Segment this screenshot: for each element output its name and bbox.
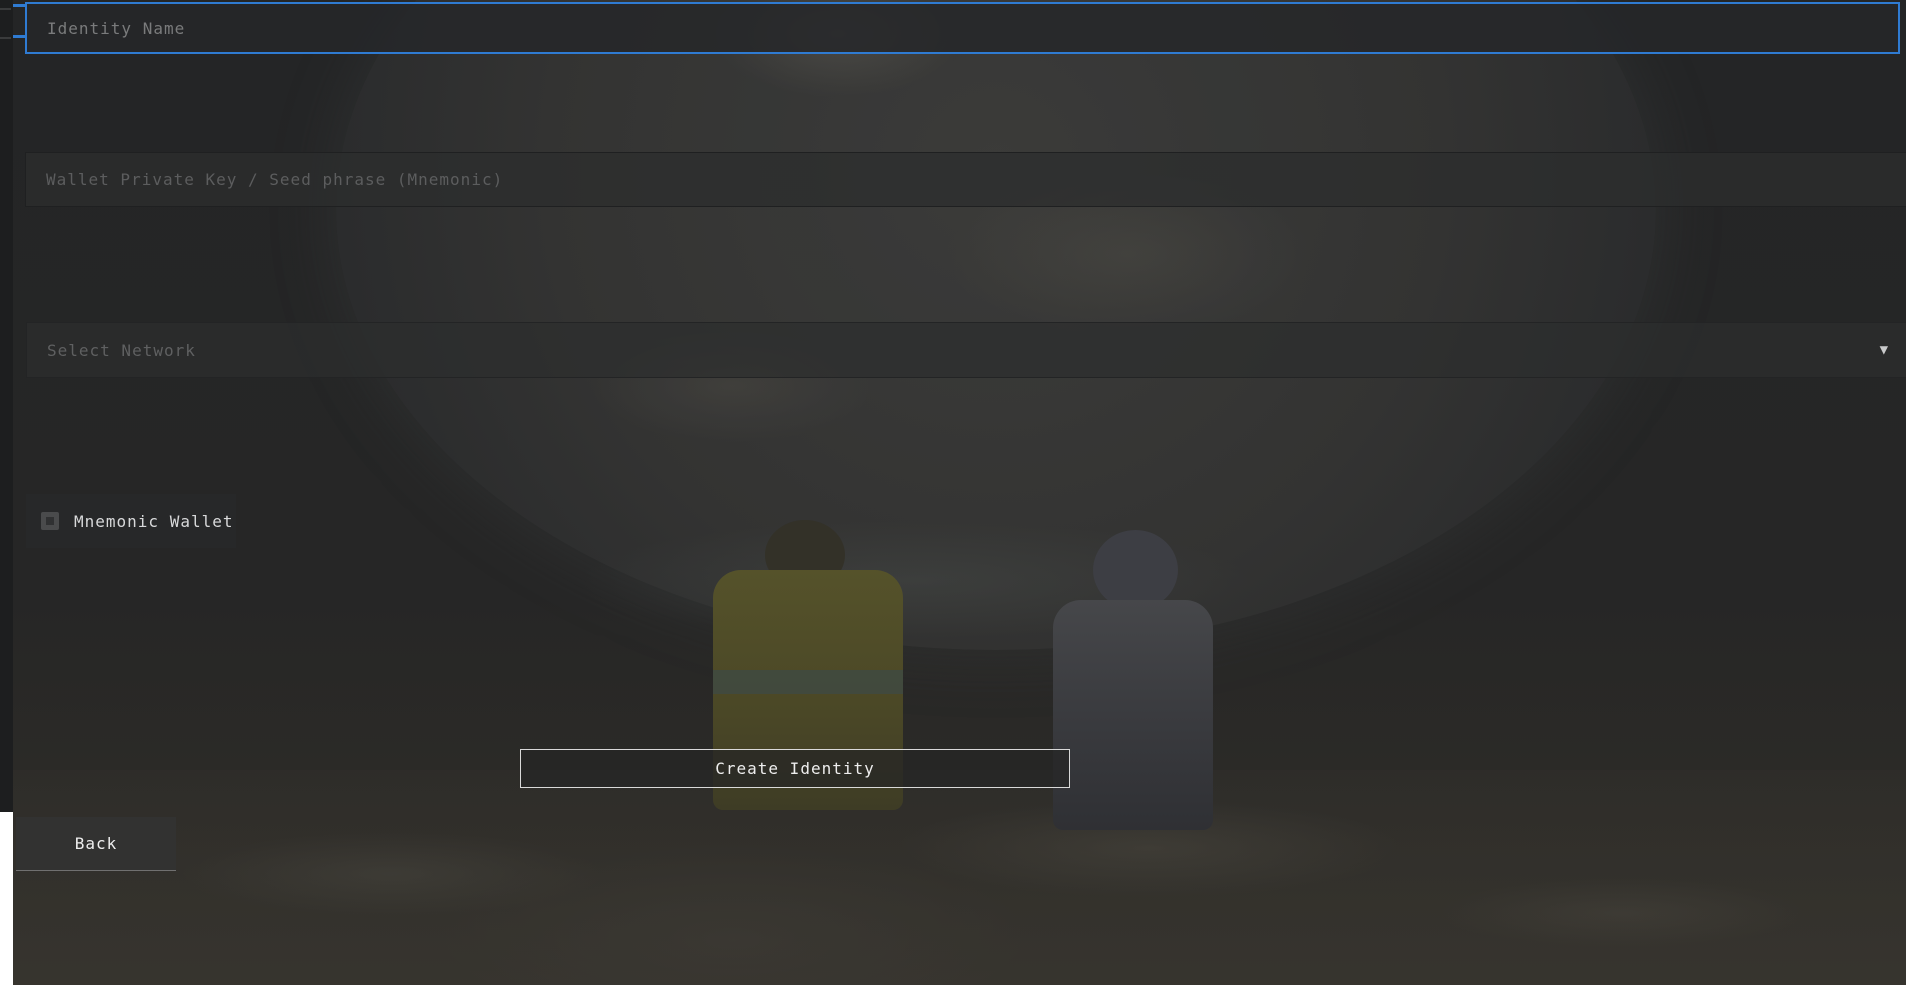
background-illustration [13, 0, 1906, 985]
strip-mark [0, 8, 11, 10]
create-identity-window: Select Network ▼ Mnemonic Wallet Create … [13, 0, 1906, 985]
wallet-private-key-input[interactable] [25, 152, 1906, 207]
chevron-down-icon: ▼ [1879, 342, 1889, 358]
bottom-frame-edge [0, 985, 1911, 996]
figure-yellow-band [713, 670, 903, 694]
create-identity-button[interactable]: Create Identity [520, 749, 1070, 788]
right-frame-edge [1906, 0, 1911, 996]
focus-indicator [13, 35, 25, 38]
focus-indicator [13, 4, 25, 7]
ground-surface-image [13, 770, 1906, 985]
figure-white-head [1093, 530, 1178, 610]
mnemonic-wallet-label: Mnemonic Wallet [74, 511, 234, 531]
back-button[interactable]: Back [16, 817, 176, 871]
mnemonic-wallet-checkbox[interactable]: Mnemonic Wallet [26, 494, 236, 548]
left-window-strip [0, 0, 13, 812]
network-select-label: Select Network [47, 340, 196, 360]
strip-mark [0, 37, 11, 39]
figure-white-jacket [1053, 600, 1213, 830]
checkbox-icon[interactable] [41, 512, 59, 530]
network-select[interactable]: Select Network ▼ [26, 322, 1906, 378]
identity-name-input[interactable] [25, 2, 1900, 54]
